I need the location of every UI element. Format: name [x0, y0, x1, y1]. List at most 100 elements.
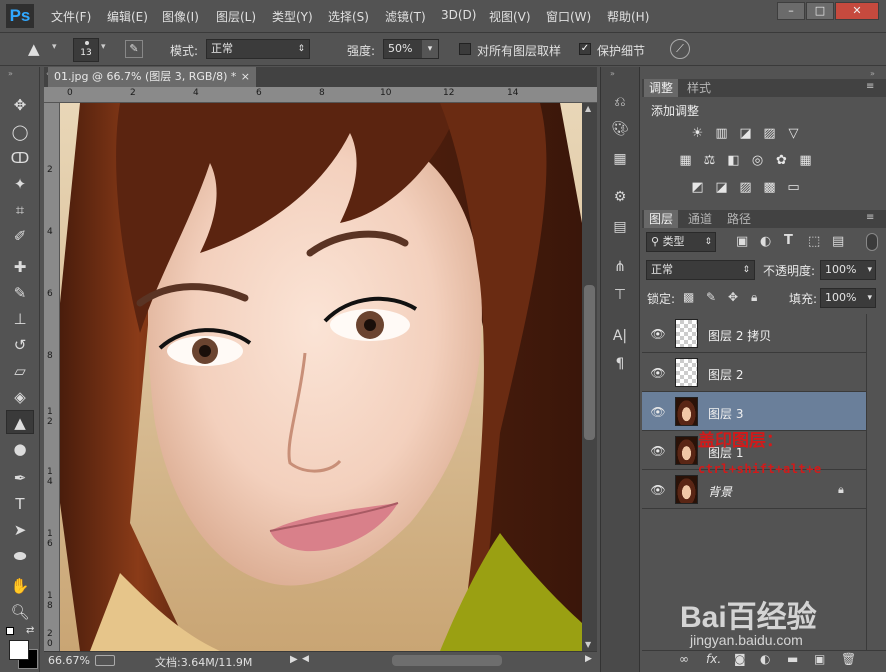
brush-tool-icon[interactable]: ✎ — [6, 281, 34, 305]
foreground-color-swatch[interactable] — [9, 640, 29, 660]
vibrance-icon[interactable]: ▽ — [785, 126, 802, 141]
layer-name[interactable]: 背景 — [708, 483, 732, 500]
document-canvas[interactable] — [60, 103, 582, 651]
selective-color-icon[interactable]: ▩ — [761, 180, 778, 195]
tool-presets-panel-icon[interactable]: ⊤ — [607, 284, 633, 306]
eyedropper-tool-icon[interactable]: ✐ — [6, 224, 34, 248]
clone-stamp-tool-icon[interactable]: ⊥ — [6, 307, 34, 331]
crop-tool-icon[interactable]: ⌗ — [6, 198, 34, 222]
tab-paths[interactable]: 路径 — [722, 210, 756, 228]
character-panel-icon[interactable]: A| — [607, 325, 633, 347]
layer-filter-select[interactable]: ⚲ 类型 ⇕ — [646, 232, 716, 252]
ellipse-tool-icon[interactable]: ⬬ — [6, 544, 34, 568]
swatches-panel-icon[interactable]: ▦ — [607, 148, 633, 170]
protect-detail-checkbox[interactable]: ✓ — [579, 43, 591, 55]
layer-name[interactable]: 图层 3 — [708, 405, 743, 422]
collapse-icon[interactable]: » — [610, 69, 615, 78]
menu-window[interactable]: 窗口(W) — [546, 8, 591, 25]
hand-tool-icon[interactable]: ✋ — [6, 574, 34, 598]
sharpen-tool-preset-icon[interactable]: ▲ — [28, 40, 46, 58]
layer-name[interactable]: 图层 2 拷贝 — [708, 327, 771, 344]
pen-tool-icon[interactable]: ✒ — [6, 466, 34, 490]
brush-size-picker[interactable]: 13 — [73, 38, 99, 62]
menu-image[interactable]: 图像(I) — [162, 8, 199, 25]
mode-select[interactable]: 正常 ⇕ — [206, 39, 310, 59]
filter-pixel-icon[interactable]: ▣ — [736, 234, 748, 249]
link-layers-icon[interactable]: ∞ — [679, 652, 689, 666]
menu-select[interactable]: 选择(S) — [328, 8, 369, 25]
filter-type-icon[interactable]: T — [784, 233, 793, 248]
lasso-tool-icon[interactable]: ↀ — [6, 146, 34, 170]
type-tool-icon[interactable]: T — [6, 492, 34, 516]
threshold-icon[interactable]: ▨ — [737, 180, 754, 195]
brush-presets-panel-icon[interactable]: ⋔ — [607, 256, 633, 278]
chevron-down-icon[interactable]: ▾ — [867, 289, 872, 307]
new-layer-icon[interactable]: ▣ — [814, 652, 825, 666]
menu-3d[interactable]: 3D(D) — [441, 8, 476, 22]
menu-file[interactable]: 文件(F) — [51, 8, 91, 25]
lock-position-icon[interactable]: ✥ — [728, 290, 738, 304]
healing-brush-tool-icon[interactable]: ✚ — [6, 255, 34, 279]
document-tab[interactable]: 01.jpg @ 66.7% (图层 3, RGB/8) * × — [48, 67, 256, 87]
new-group-icon[interactable]: ▬ — [787, 652, 798, 666]
lock-transparent-icon[interactable]: ▩ — [683, 290, 694, 304]
delete-layer-icon[interactable]: 🗑︎ — [841, 652, 856, 666]
scroll-left-icon[interactable]: ◀ — [302, 654, 309, 664]
maximize-button[interactable]: □ — [806, 2, 834, 20]
color-panel-icon[interactable]: 🎨︎ — [607, 118, 633, 140]
tab-styles[interactable]: 样式 — [682, 79, 716, 97]
chevron-down-icon[interactable]: ▾ — [52, 42, 57, 52]
exposure-icon[interactable]: ▨ — [761, 126, 778, 141]
scroll-down-icon[interactable]: ▼ — [585, 640, 591, 649]
magic-wand-tool-icon[interactable]: ✦ — [6, 172, 34, 196]
panel-menu-icon[interactable]: ≡ — [866, 212, 874, 223]
visibility-eye-icon[interactable]: 👁︎ — [650, 365, 666, 381]
fill-input[interactable]: 100% ▾ — [820, 288, 876, 308]
menu-type[interactable]: 类型(Y) — [272, 8, 313, 25]
visibility-eye-icon[interactable]: 👁︎ — [650, 482, 666, 498]
default-colors-icon[interactable] — [6, 627, 14, 635]
paragraph-panel-icon[interactable]: ¶ — [607, 353, 633, 375]
tab-layers[interactable]: 图层 — [644, 210, 679, 228]
color-balance-icon[interactable]: ⚖ — [701, 153, 718, 168]
eraser-tool-icon[interactable]: ▱ — [6, 359, 34, 383]
history-brush-tool-icon[interactable]: ↺ — [6, 333, 34, 357]
marquee-tool-icon[interactable]: ◯ — [6, 120, 34, 144]
zoom-level[interactable]: 66.67% — [48, 654, 90, 667]
status-menu-arrow-icon[interactable]: ▶ — [290, 654, 298, 665]
zoom-tool-icon[interactable]: 🔍︎ — [6, 600, 34, 624]
vertical-scroll-thumb[interactable] — [584, 285, 595, 440]
pressure-icon[interactable]: ⟋ — [670, 39, 690, 59]
menu-view[interactable]: 视图(V) — [489, 8, 531, 25]
filter-smart-object-icon[interactable]: ▤ — [832, 234, 844, 249]
brightness-contrast-icon[interactable]: ☀ — [689, 126, 706, 141]
tab-channels[interactable]: 通道 — [683, 210, 717, 228]
menu-layer[interactable]: 图层(L) — [216, 8, 256, 25]
scroll-up-icon[interactable]: ▲ — [585, 104, 591, 113]
history-panel-icon[interactable]: ⎌ — [607, 91, 633, 113]
levels-icon[interactable]: ▥ — [713, 126, 730, 141]
black-white-icon[interactable]: ◧ — [725, 153, 742, 168]
panel-menu-icon[interactable]: ≡ — [866, 81, 874, 92]
collapse-icon[interactable]: » — [870, 69, 875, 78]
posterize-icon[interactable]: ◪ — [713, 180, 730, 195]
menu-filter[interactable]: 滤镜(T) — [385, 8, 426, 25]
lock-all-icon[interactable]: 🔒︎ — [751, 290, 757, 305]
collapse-icon[interactable]: » — [8, 69, 13, 78]
menu-edit[interactable]: 编辑(E) — [107, 8, 148, 25]
visibility-eye-icon[interactable]: 👁︎ — [650, 404, 666, 420]
color-lookup-icon[interactable]: ▦ — [797, 153, 814, 168]
chevron-down-icon[interactable]: ▾ — [422, 40, 438, 58]
close-tab-icon[interactable]: × — [241, 67, 250, 87]
paint-bucket-tool-icon[interactable]: ◈ — [6, 385, 34, 409]
gradient-map-icon[interactable]: ▭ — [785, 180, 802, 195]
chevron-down-icon[interactable]: ▾ — [867, 261, 872, 279]
photo-filter-icon[interactable]: ◎ — [749, 153, 766, 168]
swap-colors-icon[interactable]: ⇄ — [26, 625, 34, 636]
filter-adjustment-icon[interactable]: ◐ — [760, 234, 771, 249]
new-adjustment-layer-icon[interactable]: ◐ — [760, 652, 770, 666]
minimize-button[interactable]: – — [777, 2, 805, 20]
path-selection-tool-icon[interactable]: ➤ — [6, 518, 34, 542]
curves-icon[interactable]: ◪ — [737, 126, 754, 141]
strength-input[interactable]: 50% ▾ — [383, 39, 439, 59]
